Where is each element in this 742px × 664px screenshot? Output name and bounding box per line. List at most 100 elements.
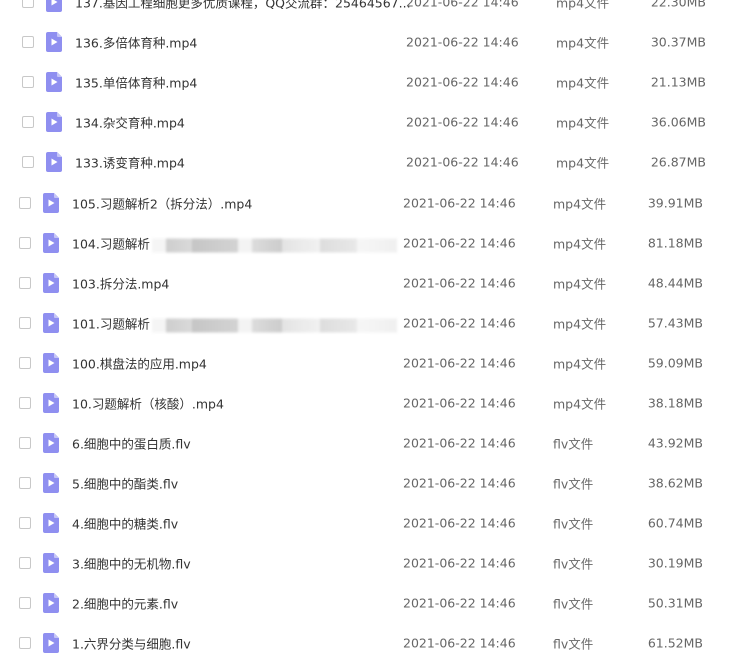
file-row[interactable]: 136.多倍体育种.mp4 2021-06-22 14:46 mp4文件 30.37M… [0,22,742,62]
file-name-text[interactable]: 1.六界分类与细胞.flv [72,637,191,652]
file-name-text[interactable]: 104.习题解析 [72,237,150,252]
file-name[interactable]: 5.细胞中的酯类.flv [72,474,178,493]
row-checkbox[interactable] [19,397,31,409]
row-checkbox[interactable] [19,597,31,609]
video-file-icon [43,633,59,653]
row-checkbox[interactable] [19,237,31,249]
file-size: 38.62MB [647,475,703,491]
file-row[interactable]: 1.六界分类与细胞.flv 2021-06-22 14:46 flv文件 61.52M… [0,623,742,663]
video-file-icon [43,353,59,373]
file-row[interactable]: 10.习题解析（核酸）.mp4 2021-06-22 14:46 mp4文件 38.1… [0,383,742,423]
file-name-text[interactable]: 6.细胞中的蛋白质.flv [72,437,191,452]
modified-date: 2021-06-22 14:46 [403,635,516,651]
file-size: 48.44MB [647,275,703,291]
row-checkbox[interactable] [19,437,31,449]
file-row[interactable]: 103.拆分法.mp4 2021-06-22 14:46 mp4文件 48.44MB [0,263,742,303]
file-row[interactable]: 105.习题解析2（拆分法）.mp4 2021-06-22 14:46 mp4文件 3… [0,183,742,223]
file-name[interactable]: 135.单倍体育种.mp4 [75,73,197,92]
file-name-text[interactable]: 101.习题解析 [72,317,150,332]
modified-date: 2021-06-22 14:46 [406,154,519,170]
file-type: mp4文件 [556,115,610,131]
modified-date: 2021-06-22 14:46 [403,515,516,531]
file-name[interactable]: 10.习题解析（核酸）.mp4 [72,394,224,413]
modified-date: 2021-06-22 14:46 [403,235,516,251]
file-name[interactable]: 105.习题解析2（拆分法）.mp4 [72,194,252,213]
row-checkbox[interactable] [22,36,34,48]
file-size: 60.74MB [647,515,703,531]
file-type: flv文件 [553,436,594,452]
video-file-icon [43,433,59,453]
modified-date: 2021-06-22 14:46 [403,475,516,491]
row-checkbox[interactable] [19,477,31,489]
video-file-icon [43,473,59,493]
row-checkbox[interactable] [22,156,34,168]
file-size: 43.92MB [647,435,703,451]
file-name-text[interactable]: 5.细胞中的酯类.flv [72,477,178,492]
file-name-text[interactable]: 136.多倍体育种.mp4 [75,36,197,51]
row-checkbox[interactable] [19,557,31,569]
file-name-text[interactable]: 103.拆分法.mp4 [72,277,169,292]
file-row[interactable]: 137.基因工程细胞更多优质课程，QQ交流群：25464567... 2021-0… [0,0,742,22]
row-checkbox[interactable] [22,0,34,8]
file-name[interactable]: 104.习题解析 [72,234,397,253]
row-checkbox[interactable] [19,637,31,649]
file-name[interactable]: 134.杂交育种.mp4 [75,113,185,132]
row-checkbox[interactable] [19,197,31,209]
video-file-icon [46,112,62,132]
file-name-text[interactable]: 2.细胞中的元素.flv [72,597,178,612]
file-row[interactable]: 3.细胞中的无机物.flv 2021-06-22 14:46 flv文件 30.19M… [0,543,742,583]
file-name[interactable]: 133.诱变育种.mp4 [75,153,185,172]
file-name[interactable]: 4.细胞中的糖类.flv [72,514,178,533]
file-name-text[interactable]: 134.杂交育种.mp4 [75,116,185,131]
file-name-text[interactable]: 135.单倍体育种.mp4 [75,76,197,91]
row-checkbox[interactable] [19,277,31,289]
file-name-text[interactable]: 100.棋盘法的应用.mp4 [72,357,207,372]
file-type: flv文件 [553,596,594,612]
file-name-text[interactable]: 4.细胞中的糖类.flv [72,517,178,532]
file-size: 57.43MB [647,315,703,331]
video-file-icon [43,553,59,573]
row-checkbox[interactable] [22,116,34,128]
file-row[interactable]: 2.细胞中的元素.flv 2021-06-22 14:46 flv文件 50.31MB [0,583,742,623]
file-name-text[interactable]: 10.习题解析（核酸）.mp4 [72,397,224,412]
file-row[interactable]: 135.单倍体育种.mp4 2021-06-22 14:46 mp4文件 21.13M… [0,62,742,102]
file-type: flv文件 [553,476,594,492]
modified-date: 2021-06-22 14:46 [403,395,516,411]
file-row[interactable]: 100.棋盘法的应用.mp4 2021-06-22 14:46 mp4文件 59.09… [0,343,742,383]
file-name[interactable]: 6.细胞中的蛋白质.flv [72,434,191,453]
row-checkbox[interactable] [19,517,31,529]
file-row[interactable]: 4.细胞中的糖类.flv 2021-06-22 14:46 flv文件 60.74MB [0,503,742,543]
file-size: 30.19MB [647,555,703,571]
file-row[interactable]: 104.习题解析 2021-06-22 14:46 mp4文件 81.18MB [0,223,742,263]
file-name[interactable]: 3.细胞中的无机物.flv [72,554,191,573]
row-checkbox[interactable] [19,357,31,369]
file-row[interactable]: 5.细胞中的酯类.flv 2021-06-22 14:46 flv文件 38.62MB [0,463,742,503]
file-name[interactable]: 103.拆分法.mp4 [72,274,169,293]
file-type: mp4文件 [553,196,607,212]
modified-date: 2021-06-22 14:46 [403,275,516,291]
file-row[interactable]: 101.习题解析 2021-06-22 14:46 mp4文件 57.43MB [0,303,742,343]
file-name-text[interactable]: 133.诱变育种.mp4 [75,156,185,171]
file-name-text[interactable]: 137.基因工程细胞更多优质课程，QQ交流群：25464567... [75,0,411,11]
file-name[interactable]: 136.多倍体育种.mp4 [75,33,197,52]
file-type: mp4文件 [556,155,610,171]
file-type: mp4文件 [553,356,607,372]
file-name[interactable]: 101.习题解析 [72,314,397,333]
modified-date: 2021-06-22 14:46 [403,195,516,211]
row-checkbox[interactable] [22,76,34,88]
file-name[interactable]: 137.基因工程细胞更多优质课程，QQ交流群：25464567... [75,0,411,12]
file-row[interactable]: 133.诱变育种.mp4 2021-06-22 14:46 mp4文件 26.87MB [0,142,742,182]
video-file-icon [46,152,62,172]
modified-date: 2021-06-22 14:46 [406,34,519,50]
file-row[interactable]: 134.杂交育种.mp4 2021-06-22 14:46 mp4文件 36.06MB [0,102,742,142]
video-file-icon [46,72,62,92]
file-name-text[interactable]: 105.习题解析2（拆分法）.mp4 [72,197,252,212]
file-row[interactable]: 6.细胞中的蛋白质.flv 2021-06-22 14:46 flv文件 43.92M… [0,423,742,463]
file-name[interactable]: 2.细胞中的元素.flv [72,594,178,613]
file-name[interactable]: 100.棋盘法的应用.mp4 [72,354,207,373]
file-name[interactable]: 1.六界分类与细胞.flv [72,634,191,653]
file-name-text[interactable]: 3.细胞中的无机物.flv [72,557,191,572]
modified-date: 2021-06-22 14:46 [403,555,516,571]
file-type: mp4文件 [556,35,610,51]
row-checkbox[interactable] [19,317,31,329]
